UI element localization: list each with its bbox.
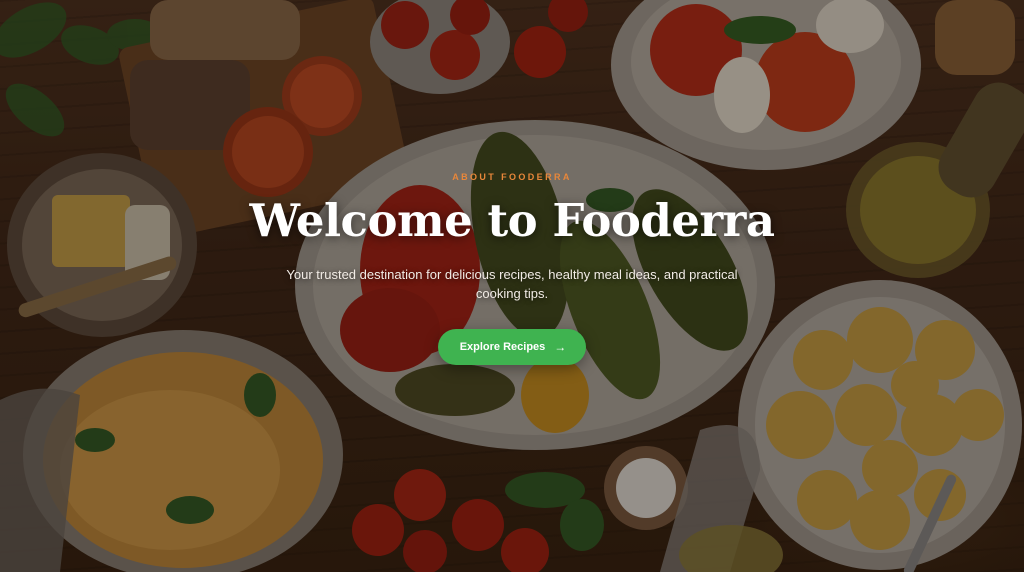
- hero-subtitle: Your trusted destination for delicious r…: [286, 267, 738, 301]
- hero-content: ABOUT FOODERRA Welcome to Fooderra Your …: [0, 172, 1024, 365]
- section-eyebrow: ABOUT FOODERRA: [452, 172, 572, 182]
- hero-section: ABOUT FOODERRA Welcome to Fooderra Your …: [0, 0, 1024, 572]
- explore-recipes-label: Explore Recipes: [459, 341, 546, 353]
- page-title: Welcome to Fooderra: [249, 194, 775, 247]
- explore-recipes-button[interactable]: Explore Recipes →: [437, 329, 587, 365]
- arrow-right-icon: →: [554, 340, 567, 354]
